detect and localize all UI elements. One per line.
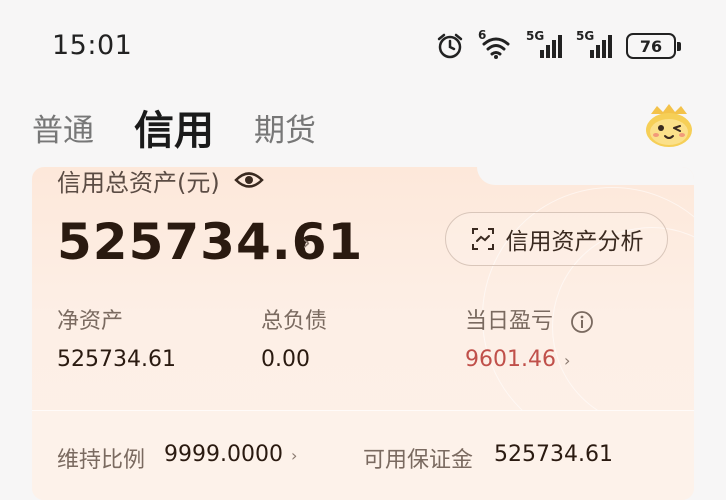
status-bar: 15:01 6 5G 5G 76 xyxy=(0,0,726,92)
total-liabilities-value: 0.00 xyxy=(261,347,310,372)
total-assets-label: 信用总资产(元) xyxy=(57,168,220,197)
battery-icon: 76 xyxy=(626,33,681,59)
mascot-avatar-icon[interactable] xyxy=(643,100,695,150)
chevron-right-icon[interactable]: › xyxy=(302,231,311,256)
total-assets-header: 信用总资产(元) xyxy=(57,167,264,197)
daily-pnl-label: 当日盈亏 xyxy=(465,309,554,334)
signal-icon-sim1: 5G xyxy=(526,29,562,60)
alarm-icon xyxy=(437,33,463,59)
net-assets-label: 净资产 xyxy=(57,309,124,334)
tab-credit[interactable]: 信用 xyxy=(134,98,214,156)
available-margin-label: 可用保证金 xyxy=(363,448,474,473)
maintenance-ratio-row[interactable]: 9999.0000 › xyxy=(164,442,297,467)
tab-normal[interactable]: 普通 xyxy=(32,105,94,150)
status-time: 15:01 xyxy=(52,30,133,61)
available-margin-value: 525734.61 xyxy=(494,442,613,467)
chevron-right-icon: › xyxy=(290,446,298,465)
analysis-icon xyxy=(471,228,494,250)
credit-asset-analysis-button[interactable]: 信用资产分析 xyxy=(445,212,668,266)
card-footer: 维持比例 9999.0000 › 可用保证金 525734.61 xyxy=(32,410,694,500)
daily-pnl-row[interactable]: 9601.46 › xyxy=(465,347,570,372)
tab-futures[interactable]: 期货 xyxy=(254,105,316,150)
credit-asset-analysis-label: 信用资产分析 xyxy=(505,229,644,255)
info-icon[interactable] xyxy=(570,310,594,334)
chevron-right-icon: › xyxy=(563,351,571,370)
credit-asset-card: 信用总资产(元) 525734.61 › 信用资产分析 净资产 525734.6… xyxy=(32,167,694,500)
wifi-icon: 6 xyxy=(478,28,512,60)
battery-level: 76 xyxy=(639,36,663,56)
net-assets-value: 525734.61 xyxy=(57,347,176,372)
signal-icon-sim2: 5G xyxy=(576,29,612,60)
daily-pnl-header: 当日盈亏 xyxy=(465,303,594,335)
total-liabilities-label: 总负债 xyxy=(261,309,328,334)
maintenance-ratio-label: 维持比例 xyxy=(57,448,146,473)
status-icons: 6 5G 5G 76 xyxy=(436,28,681,61)
daily-pnl-value: 9601.46 xyxy=(465,347,556,372)
maintenance-ratio-value: 9999.0000 xyxy=(164,442,283,467)
eye-icon[interactable] xyxy=(233,169,264,191)
account-tabs: 普通 信用 期货 xyxy=(32,100,356,154)
total-assets-value[interactable]: 525734.61 xyxy=(57,213,363,271)
